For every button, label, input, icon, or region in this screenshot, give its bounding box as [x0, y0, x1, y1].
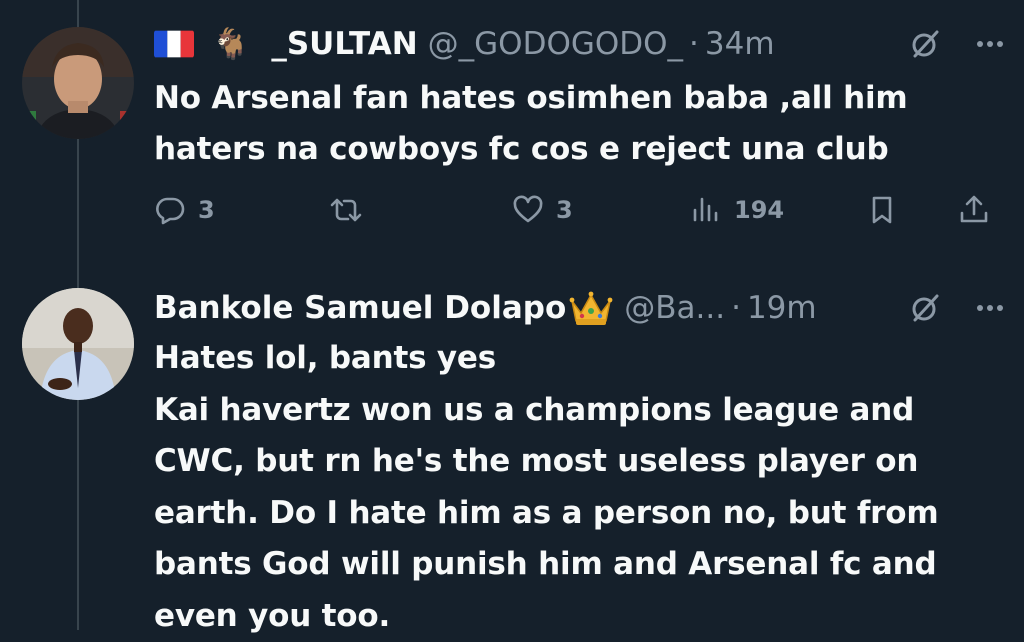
avatar[interactable]	[22, 288, 134, 400]
separator-dot: ·	[731, 290, 741, 326]
heart-icon	[513, 195, 543, 223]
views-button[interactable]: 194	[690, 188, 784, 232]
timestamp[interactable]: 34m	[705, 26, 775, 62]
separator-dot: ·	[689, 26, 699, 62]
bookmark-icon	[872, 196, 892, 224]
tweet[interactable]: Bankole Samuel Dolapo @Ba... · 19m Hates…	[0, 258, 1024, 634]
more-icon[interactable]	[976, 304, 1004, 312]
tweet-header: 🐐 _SULTAN @_GODOGODO_ · 34m	[154, 22, 1004, 66]
analytics-icon	[693, 197, 718, 222]
grok-icon[interactable]	[910, 293, 940, 323]
share-button[interactable]	[958, 188, 990, 232]
view-count: 194	[734, 196, 785, 224]
user-handle[interactable]: @_GODOGODO_	[428, 26, 683, 62]
goat-emoji: 🐐	[212, 26, 250, 62]
action-bar: 3 3 194	[154, 188, 1004, 232]
display-name[interactable]: Bankole Samuel Dolapo	[154, 290, 566, 326]
crown-icon	[569, 291, 613, 325]
display-name[interactable]: _SULTAN	[271, 26, 417, 62]
tweet-text: No Arsenal fan hates osimhen baba ,all h…	[154, 80, 908, 167]
reply-count: 3	[198, 196, 215, 224]
retweet-button[interactable]	[330, 188, 374, 232]
retweet-icon	[330, 198, 362, 222]
reply-icon	[156, 197, 185, 225]
more-icon[interactable]	[976, 40, 1004, 48]
tweet[interactable]: 🐐 _SULTAN @_GODOGODO_ · 34m No Arsenal f…	[0, 0, 1024, 258]
like-count: 3	[556, 196, 573, 224]
share-icon	[960, 195, 988, 223]
tweet-header: Bankole Samuel Dolapo @Ba... · 19m	[154, 286, 1004, 330]
reply-button[interactable]: 3	[154, 188, 215, 232]
tweet-text: Hates lol, bants yes Kai havertz won us …	[154, 340, 939, 634]
bookmark-button[interactable]	[866, 188, 898, 232]
avatar[interactable]	[22, 27, 134, 139]
like-button[interactable]: 3	[512, 188, 573, 232]
timestamp[interactable]: 19m	[747, 290, 817, 326]
france-flag-icon	[154, 30, 194, 58]
grok-icon[interactable]	[910, 29, 940, 59]
user-handle[interactable]: @Ba...	[624, 290, 725, 326]
